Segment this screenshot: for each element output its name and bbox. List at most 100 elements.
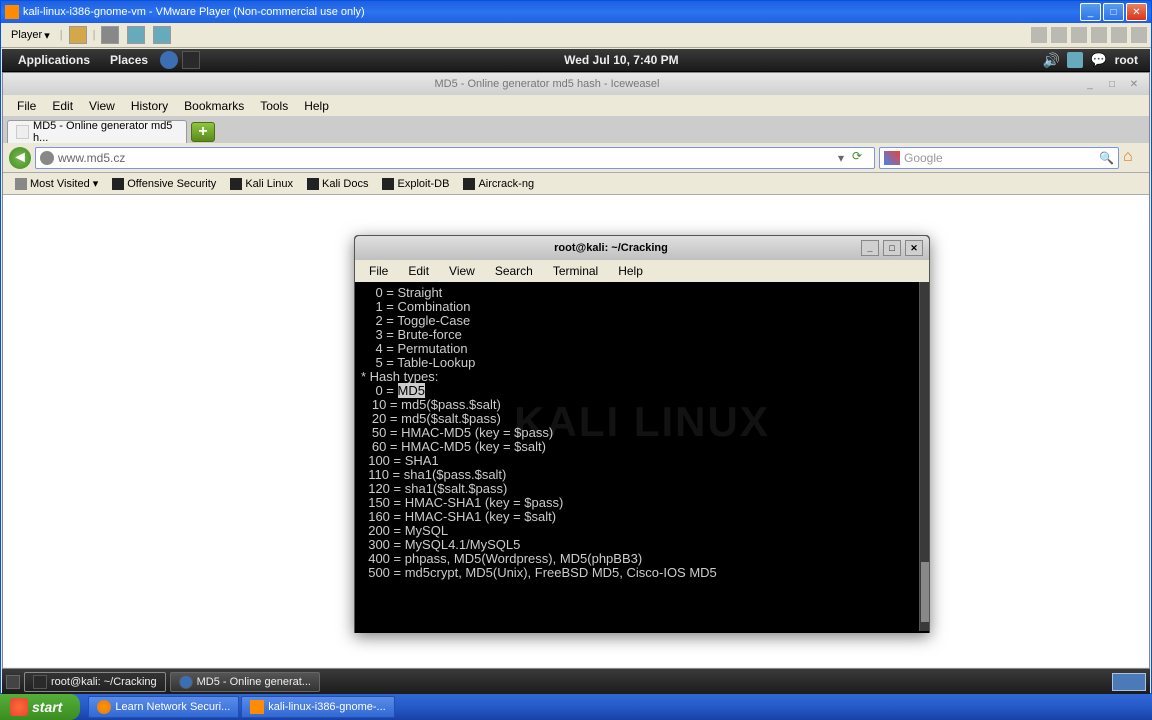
url-dropdown-icon[interactable]: ▾ <box>838 151 852 165</box>
terminal-line: 5 = Table-Lookup <box>361 356 923 370</box>
menu-edit[interactable]: Edit <box>44 97 81 115</box>
term-menu-search[interactable]: Search <box>485 262 543 280</box>
places-menu[interactable]: Places <box>102 51 156 69</box>
term-menu-file[interactable]: File <box>359 262 398 280</box>
bookmark-exploit-db[interactable]: Exploit-DB <box>376 176 455 192</box>
terminal-min-button[interactable]: _ <box>861 240 879 256</box>
back-button[interactable]: ◄ <box>9 147 31 169</box>
firefox-min-button[interactable]: _ <box>1083 77 1097 91</box>
terminal-line: 120 = sha1($salt.$pass) <box>361 482 923 496</box>
term-menu-view[interactable]: View <box>439 262 485 280</box>
workspace-switcher[interactable] <box>1112 673 1146 691</box>
iceweasel-launcher-icon[interactable] <box>160 51 178 69</box>
kali-bottom-panel: root@kali: ~/Cracking MD5 - Online gener… <box>2 669 1150 695</box>
search-placeholder: Google <box>904 151 1099 165</box>
new-tab-button[interactable]: + <box>191 122 215 142</box>
menu-tools[interactable]: Tools <box>252 97 296 115</box>
menu-history[interactable]: History <box>123 97 176 115</box>
xp-taskbar: start Learn Network Securi... kali-linux… <box>0 694 1152 720</box>
volume-icon[interactable] <box>1043 52 1059 68</box>
menu-view[interactable]: View <box>81 97 123 115</box>
terminal-line: 2 = Toggle-Case <box>361 314 923 328</box>
firefox-title: MD5 - Online generator md5 hash - Icewea… <box>11 78 1083 90</box>
vmware-min-button[interactable]: _ <box>1080 3 1101 21</box>
clock[interactable]: Wed Jul 10, 7:40 PM <box>200 53 1043 67</box>
terminal-line: 0 = MD5 <box>361 384 923 398</box>
vmware-status-icon <box>1111 27 1127 43</box>
term-menu-edit[interactable]: Edit <box>398 262 439 280</box>
firefox-close-button[interactable]: ✕ <box>1127 77 1141 91</box>
taskbar-terminal[interactable]: root@kali: ~/Cracking <box>24 672 166 692</box>
bookmark-kali-linux[interactable]: Kali Linux <box>224 176 299 192</box>
terminal-close-button[interactable]: ✕ <box>905 240 923 256</box>
windows-logo-icon <box>10 698 28 716</box>
terminal-output[interactable]: KALI LINUX 0 = Straight 1 = Combination … <box>355 282 929 633</box>
bookmark-kali-docs[interactable]: Kali Docs <box>301 176 374 192</box>
notification-icon[interactable] <box>1091 52 1107 68</box>
terminal-line: 400 = phpass, MD5(Wordpress), MD5(phpBB3… <box>361 552 923 566</box>
vmware-window: kali-linux-i386-gnome-vm - VMware Player… <box>0 0 1152 694</box>
terminal-selection: MD5 <box>398 383 425 398</box>
terminal-line: 0 = Straight <box>361 286 923 300</box>
vmware-task-icon <box>250 700 264 714</box>
vmware-toolbar-btn-4[interactable] <box>153 26 171 44</box>
vmware-close-button[interactable]: ✕ <box>1126 3 1147 21</box>
home-button[interactable]: ⌂ <box>1123 148 1143 168</box>
terminal-line: 10 = md5($pass.$salt) <box>361 398 923 412</box>
term-menu-terminal[interactable]: Terminal <box>543 262 608 280</box>
terminal-line: 100 = SHA1 <box>361 454 923 468</box>
vmware-status-icon <box>1091 27 1107 43</box>
browser-tab[interactable]: MD5 - Online generator md5 h... <box>7 120 187 143</box>
vmware-toolbar-btn-3[interactable] <box>127 26 145 44</box>
firefox-max-button[interactable]: □ <box>1105 77 1119 91</box>
terminal-titlebar[interactable]: root@kali: ~/Cracking _ □ ✕ <box>355 236 929 260</box>
user-menu[interactable]: root <box>1115 53 1138 67</box>
search-bar[interactable]: Google 🔍 <box>879 147 1119 169</box>
url-bar[interactable]: www.md5.cz ▾ ⟳ <box>35 147 875 169</box>
firefox-titlebar[interactable]: MD5 - Online generator md5 hash - Icewea… <box>3 73 1149 95</box>
vmware-status-icon <box>1051 27 1067 43</box>
terminal-line: 3 = Brute-force <box>361 328 923 342</box>
applications-menu[interactable]: Applications <box>10 51 98 69</box>
vmware-titlebar[interactable]: kali-linux-i386-gnome-vm - VMware Player… <box>1 1 1151 23</box>
terminal-menubar: File Edit View Search Terminal Help <box>355 260 929 282</box>
vmware-status-icon <box>1071 27 1087 43</box>
menu-help[interactable]: Help <box>296 97 337 115</box>
vmware-icon <box>5 5 19 19</box>
vmware-status-icon <box>1131 27 1147 43</box>
show-desktop-button[interactable] <box>6 675 20 689</box>
terminal-line: * Hash types: <box>361 370 923 384</box>
terminal-window[interactable]: root@kali: ~/Cracking _ □ ✕ File Edit Vi… <box>354 235 930 633</box>
xp-task-vmware[interactable]: kali-linux-i386-gnome-... <box>241 696 394 718</box>
bookmark-most-visited[interactable]: Most Visited▾ <box>9 175 104 192</box>
menu-file[interactable]: File <box>9 97 44 115</box>
vmware-toolbar-btn-1[interactable] <box>69 26 87 44</box>
terminal-line: 50 = HMAC-MD5 (key = $pass) <box>361 426 923 440</box>
site-identity-icon[interactable] <box>40 151 54 165</box>
reload-button[interactable]: ⟳ <box>852 149 870 167</box>
menu-bookmarks[interactable]: Bookmarks <box>176 97 252 115</box>
vmware-max-button[interactable]: □ <box>1103 3 1124 21</box>
terminal-task-icon <box>33 675 47 689</box>
vmware-toolbar-btn-2[interactable] <box>101 26 119 44</box>
terminal-title: root@kali: ~/Cracking <box>361 242 861 254</box>
terminal-launcher-icon[interactable] <box>182 51 200 69</box>
start-button[interactable]: start <box>0 694 80 720</box>
terminal-max-button[interactable]: □ <box>883 240 901 256</box>
network-icon[interactable] <box>1067 52 1083 68</box>
vmware-toolbar: Player ▾ | | <box>1 23 1151 48</box>
bookmark-offensive-security[interactable]: Offensive Security <box>106 176 222 192</box>
vmware-title: kali-linux-i386-gnome-vm - VMware Player… <box>23 6 1080 18</box>
google-search-icon[interactable] <box>884 151 900 165</box>
terminal-line: 4 = Permutation <box>361 342 923 356</box>
search-glass-icon[interactable]: 🔍 <box>1099 151 1114 165</box>
taskbar-firefox[interactable]: MD5 - Online generat... <box>170 672 320 692</box>
term-menu-help[interactable]: Help <box>608 262 653 280</box>
terminal-line: 200 = MySQL <box>361 524 923 538</box>
tab-label: MD5 - Online generator md5 h... <box>33 120 178 144</box>
bookmark-aircrack[interactable]: Aircrack-ng <box>457 176 540 192</box>
bookmarks-toolbar: Most Visited▾ Offensive Security Kali Li… <box>3 173 1149 195</box>
xp-task-firefox[interactable]: Learn Network Securi... <box>88 696 239 718</box>
firefox-navbar: ◄ www.md5.cz ▾ ⟳ Google 🔍 ⌂ <box>3 143 1149 173</box>
vmware-player-menu[interactable]: Player ▾ <box>5 27 56 44</box>
